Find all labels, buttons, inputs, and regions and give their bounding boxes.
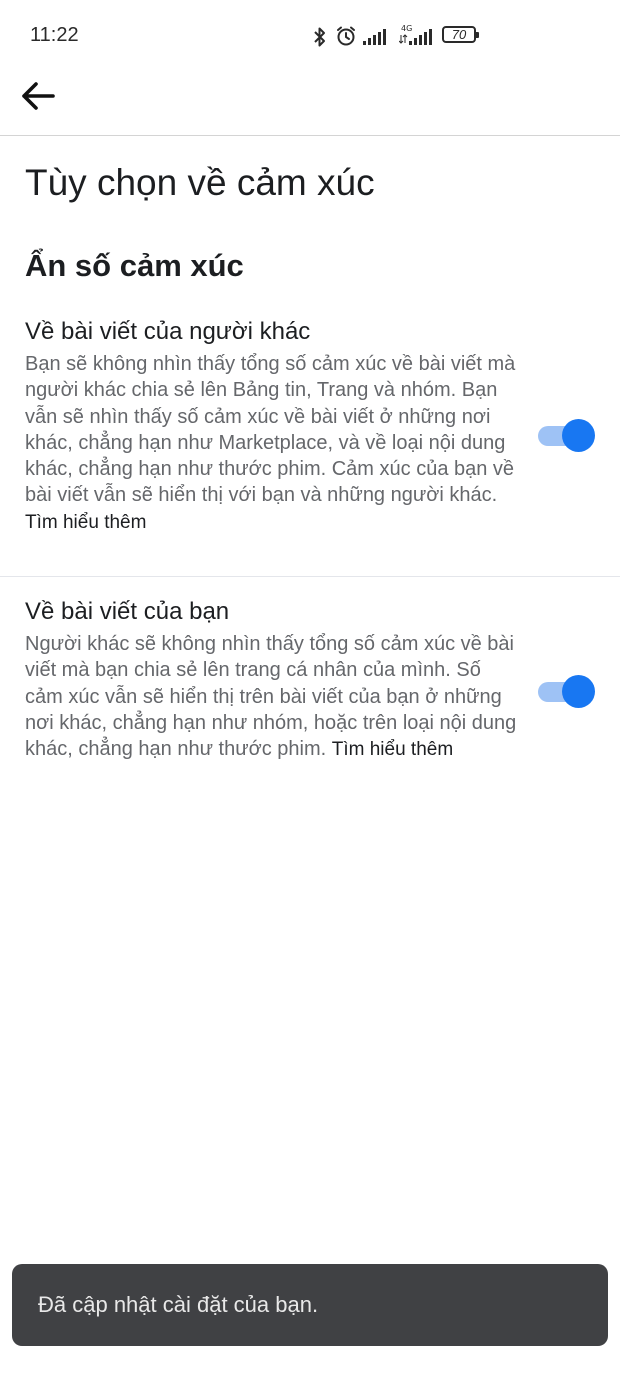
battery-level: 70 — [451, 27, 467, 42]
snackbar: Đã cập nhật cài đặt của bạn. — [12, 1264, 608, 1346]
signal-4g-icon: 4G — [399, 23, 435, 45]
toggle-your-posts[interactable] — [538, 674, 595, 710]
snackbar-message: Đã cập nhật cài đặt của bạn. — [38, 1292, 319, 1317]
status-bar: 11:22 4G 70 — [0, 0, 620, 72]
learn-more-link[interactable]: Tìm hiểu thêm — [332, 739, 453, 760]
back-button[interactable] — [16, 74, 60, 118]
setting-description: Người khác sẽ không nhìn thấy tổng số cả… — [25, 631, 520, 763]
setting-description-text: Bạn sẽ không nhìn thấy tổng số cảm xúc v… — [25, 353, 516, 507]
setting-title: Về bài viết của bạn — [25, 598, 230, 625]
item-divider — [0, 576, 620, 577]
signal-icon — [363, 27, 389, 45]
setting-others-posts: Về bài viết của người khác Bạn sẽ không … — [0, 314, 620, 576]
alarm-icon — [335, 25, 357, 47]
battery-icon: 70 — [442, 26, 479, 43]
setting-text: Về bài viết của bạn Người khác sẽ không … — [25, 597, 520, 763]
bluetooth-icon — [312, 26, 328, 48]
setting-description: Bạn sẽ không nhìn thấy tổng số cảm xúc v… — [25, 351, 520, 536]
toggle-thumb — [562, 675, 595, 708]
page-title: Tùy chọn về cảm xúc — [25, 162, 375, 203]
network-label: 4G — [401, 24, 412, 33]
status-time: 11:22 — [30, 24, 79, 46]
toggle-others-posts[interactable] — [538, 418, 595, 454]
setting-title: Về bài viết của người khác — [25, 318, 311, 345]
arrow-left-icon — [22, 82, 55, 110]
toggle-thumb — [562, 419, 595, 452]
setting-your-posts: Về bài viết của bạn Người khác sẽ không … — [0, 594, 620, 794]
section-title: Ẩn số cảm xúc — [25, 248, 244, 283]
header-divider — [0, 135, 620, 136]
setting-text: Về bài viết của người khác Bạn sẽ không … — [25, 317, 520, 536]
learn-more-link[interactable]: Tìm hiểu thêm — [25, 512, 146, 533]
